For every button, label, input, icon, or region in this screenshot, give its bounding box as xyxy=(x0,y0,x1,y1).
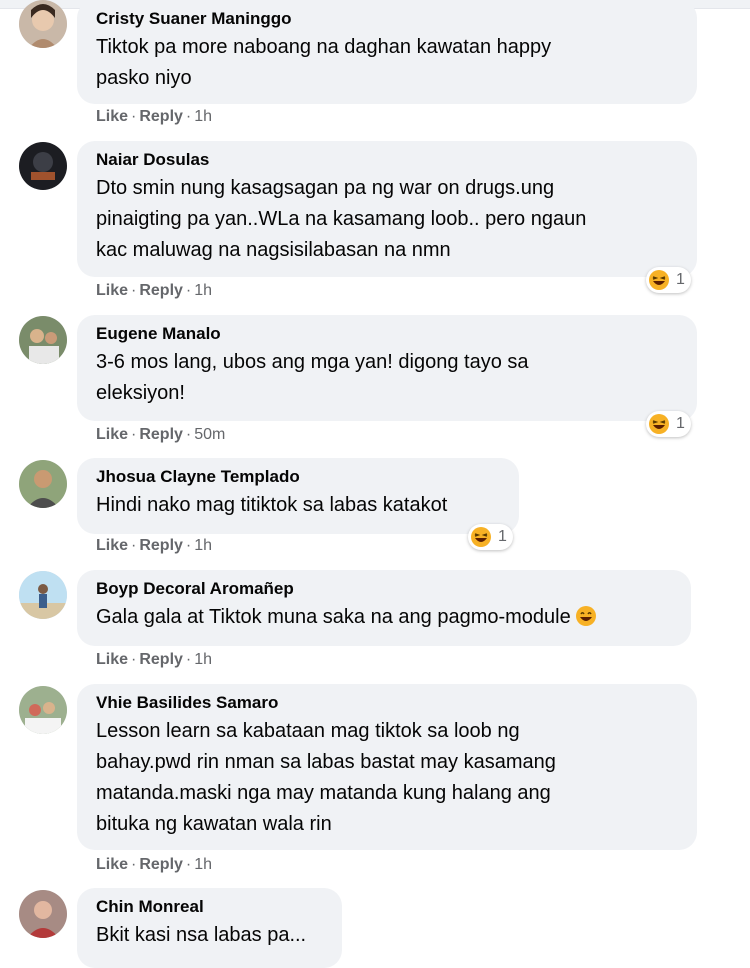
commenter-name[interactable]: Boyp Decoral Aromañep xyxy=(96,578,673,600)
laughing-emoji-icon xyxy=(649,270,669,290)
commenter-name[interactable]: Jhosua Clayne Templado xyxy=(96,466,501,488)
commenter-name[interactable]: Cristy Suaner Maninggo xyxy=(96,8,679,30)
timestamp[interactable]: 1h xyxy=(194,108,212,125)
comment-actions: Like · Reply · 1h xyxy=(96,282,213,299)
avatar[interactable] xyxy=(19,142,67,190)
reply-button[interactable]: Reply xyxy=(139,856,183,873)
like-button[interactable]: Like xyxy=(96,282,128,299)
comment-text: Tiktok pa more naboang na daghan kawatan… xyxy=(96,36,552,89)
laughing-emoji-icon xyxy=(649,414,669,434)
timestamp[interactable]: 1h xyxy=(194,651,212,668)
like-button[interactable]: Like xyxy=(96,108,128,125)
like-button[interactable]: Like xyxy=(96,426,128,443)
reaction-count: 1 xyxy=(676,271,685,288)
reply-button[interactable]: Reply xyxy=(139,426,183,443)
comment-text: 3-6 mos lang, ubos ang mga yan! digong t… xyxy=(96,351,529,404)
avatar[interactable] xyxy=(19,571,67,619)
timestamp[interactable]: 1h xyxy=(194,282,212,299)
avatar[interactable] xyxy=(19,686,67,734)
reaction-count: 1 xyxy=(676,415,685,432)
like-button[interactable]: Like xyxy=(96,537,128,554)
comment-actions: Like · Reply · 50m xyxy=(96,426,226,443)
reply-button[interactable]: Reply xyxy=(139,282,183,299)
reply-button[interactable]: Reply xyxy=(139,537,183,554)
comment-bubble: Jhosua Clayne Templado Hindi nako mag ti… xyxy=(77,458,519,534)
comment-text: Dto smin nung kasagsagan pa ng war on dr… xyxy=(96,177,587,261)
comment-text: Lesson learn sa kabataan mag tiktok sa l… xyxy=(96,720,556,835)
reply-button[interactable]: Reply xyxy=(139,651,183,668)
comment-bubble: Chin Monreal Bkit kasi nsa labas pa... xyxy=(77,888,342,968)
avatar[interactable] xyxy=(19,890,67,938)
comment-text: Hindi nako mag titiktok sa labas katakot xyxy=(96,494,448,516)
comment-bubble: Cristy Suaner Maninggo Tiktok pa more na… xyxy=(77,0,697,104)
comment-bubble: Eugene Manalo 3-6 mos lang, ubos ang mga… xyxy=(77,315,697,421)
like-button[interactable]: Like xyxy=(96,651,128,668)
reaction-summary[interactable]: 1 xyxy=(646,411,691,437)
avatar[interactable] xyxy=(19,0,67,48)
like-button[interactable]: Like xyxy=(96,856,128,873)
comment-actions: Like · Reply · 1h xyxy=(96,856,213,873)
comment-text: Gala gala at Tiktok muna saka na ang pag… xyxy=(96,602,673,633)
reply-button[interactable]: Reply xyxy=(139,108,183,125)
comment-bubble: Boyp Decoral Aromañep Gala gala at Tikto… xyxy=(77,570,691,646)
timestamp[interactable]: 1h xyxy=(194,537,212,554)
laughing-emoji-icon xyxy=(471,527,491,547)
comment-text: Bkit kasi nsa labas pa... xyxy=(96,924,307,946)
comment-bubble: Vhie Basilides Samaro Lesson learn sa ka… xyxy=(77,684,697,850)
commenter-name[interactable]: Chin Monreal xyxy=(96,896,324,918)
comment-actions: Like · Reply · 1h xyxy=(96,537,213,554)
commenter-name[interactable]: Vhie Basilides Samaro xyxy=(96,692,679,714)
commenter-name[interactable]: Eugene Manalo xyxy=(96,323,679,345)
avatar[interactable] xyxy=(19,316,67,364)
avatar[interactable] xyxy=(19,460,67,508)
commenter-name[interactable]: Naiar Dosulas xyxy=(96,149,679,171)
timestamp[interactable]: 1h xyxy=(194,856,212,873)
comment-actions: Like · Reply · 1h xyxy=(96,108,213,125)
reaction-summary[interactable]: 1 xyxy=(468,524,513,550)
reaction-summary[interactable]: 1 xyxy=(646,267,691,293)
timestamp[interactable]: 50m xyxy=(194,426,225,443)
grinning-emoji-icon xyxy=(575,606,596,626)
comment-bubble: Naiar Dosulas Dto smin nung kasagsagan p… xyxy=(77,141,697,277)
reaction-count: 1 xyxy=(498,528,507,545)
comment-actions: Like · Reply · 1h xyxy=(96,651,213,668)
